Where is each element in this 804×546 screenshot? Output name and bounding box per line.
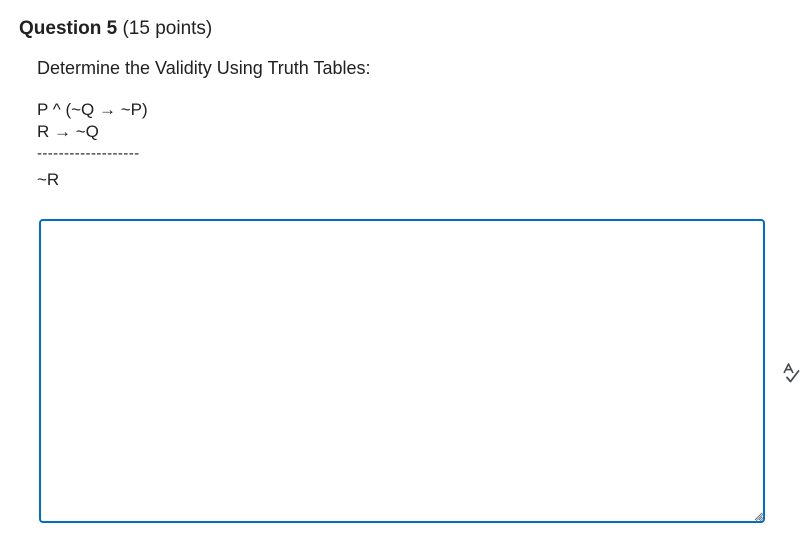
question-title: Question 5 xyxy=(19,18,118,39)
argument-block: P ^ (~Q → ~P) R → ~Q -------------------… xyxy=(37,99,148,191)
question-points: (15 points) xyxy=(122,18,213,39)
premise-2: R → ~Q xyxy=(37,122,99,141)
answer-textarea[interactable] xyxy=(39,219,765,523)
question-header: Question 5 (15 points) xyxy=(19,17,212,41)
question-prompt: Determine the Validity Using Truth Table… xyxy=(37,58,371,78)
conclusion: ~R xyxy=(37,170,60,189)
argument-divider: ------------------- xyxy=(37,145,140,162)
premise-1: P ^ (~Q → ~P) xyxy=(37,100,148,119)
spellcheck-icon[interactable] xyxy=(781,362,801,384)
resize-grip-icon[interactable] xyxy=(754,512,764,522)
